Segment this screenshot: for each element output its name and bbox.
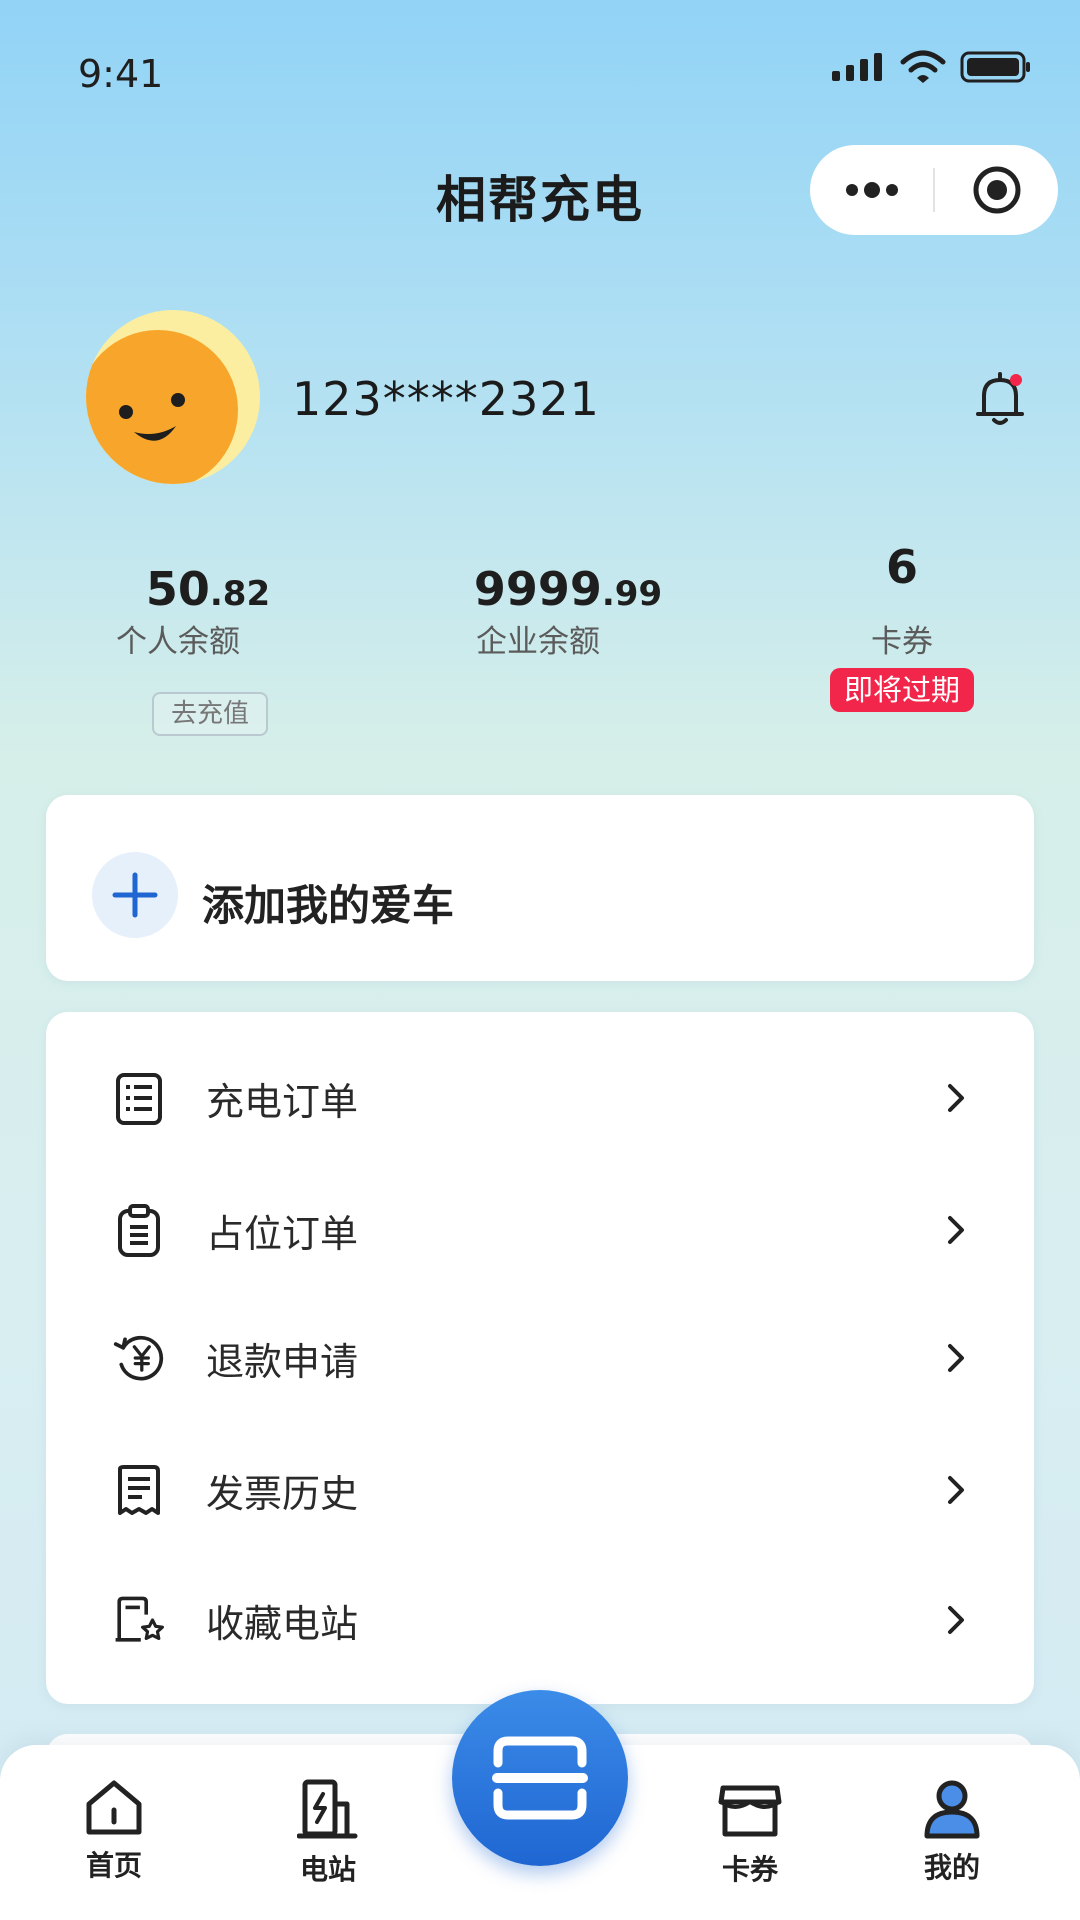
tab-home-label: 首页	[85, 1849, 142, 1882]
tab-mine[interactable]: 我的	[882, 1778, 1022, 1886]
close-miniapp-button[interactable]	[935, 145, 1058, 235]
charging-station-icon	[297, 1779, 358, 1839]
receipt-list-icon	[112, 1071, 166, 1125]
more-dots-icon	[845, 182, 898, 198]
menu-item-occupancy-orders[interactable]: 占位订单	[46, 1170, 1034, 1290]
avatar[interactable]	[86, 310, 260, 484]
personal-balance-dec: .82	[209, 574, 271, 614]
menu-item-label: 占位订单	[206, 1211, 359, 1256]
add-car-label: 添加我的爱车	[202, 881, 455, 930]
user-profile-icon	[924, 1780, 980, 1839]
chevron-right-icon	[936, 1470, 976, 1510]
plus-icon	[112, 872, 158, 918]
user-phone: 123****2321	[292, 372, 600, 426]
status-time: 9:41	[78, 52, 164, 96]
recharge-button[interactable]: 去充值	[152, 692, 268, 736]
personal-balance-int: 50	[145, 562, 210, 616]
enterprise-balance-int: 9999	[473, 562, 602, 616]
tab-mine-label: 我的	[923, 1851, 980, 1884]
tab-station-label: 电站	[299, 1853, 356, 1886]
menu-item-invoice-history[interactable]: 发票历史	[46, 1430, 1034, 1550]
enterprise-balance-dec: .99	[601, 574, 663, 614]
battery-icon	[960, 51, 1030, 83]
notification-button[interactable]	[970, 368, 1030, 434]
menu-item-label: 收藏电站	[206, 1601, 359, 1646]
coupon-label: 卡券	[871, 624, 933, 660]
menu-item-refund-request[interactable]: 退款申请	[46, 1298, 1034, 1418]
menu-item-charging-orders[interactable]: 充电订单	[46, 1038, 1034, 1158]
more-button[interactable]	[810, 145, 933, 235]
coupon-count[interactable]: 6	[852, 540, 952, 594]
chevron-right-icon	[936, 1600, 976, 1640]
personal-balance: 50.82	[108, 562, 308, 616]
miniapp-capsule	[810, 145, 1058, 235]
chevron-right-icon	[936, 1338, 976, 1378]
personal-balance-label: 个人余额	[116, 624, 240, 660]
favorite-station-icon	[112, 1593, 166, 1647]
scan-icon	[492, 1736, 588, 1820]
invoice-icon	[112, 1463, 166, 1517]
store-coupon-icon	[718, 1785, 782, 1837]
enterprise-balance-label: 企业余额	[476, 624, 600, 660]
menu-item-label: 退款申请	[206, 1339, 359, 1384]
status-icons	[830, 50, 1032, 84]
add-car-card[interactable]	[46, 795, 1034, 981]
refund-yuan-icon	[112, 1331, 166, 1385]
tab-home[interactable]: 首页	[44, 1778, 184, 1884]
chevron-right-icon	[936, 1210, 976, 1250]
clipboard-icon	[112, 1203, 166, 1257]
tab-coupons-label: 卡券	[721, 1853, 778, 1886]
bell-icon	[976, 372, 1024, 425]
add-car-button[interactable]	[92, 852, 178, 938]
tab-station[interactable]: 电站	[258, 1778, 398, 1888]
target-circle-icon	[973, 166, 1020, 214]
chevron-right-icon	[936, 1078, 976, 1118]
signal-icon	[832, 53, 882, 81]
smiley-avatar-icon	[86, 310, 260, 484]
menu-item-label: 充电订单	[206, 1079, 359, 1124]
expiring-badge: 即将过期	[830, 668, 974, 712]
enterprise-balance: 9999.99	[448, 562, 688, 616]
scan-charge-button[interactable]	[452, 1690, 628, 1866]
home-icon	[86, 1780, 142, 1835]
menu-item-favorite-stations[interactable]: 收藏电站	[46, 1560, 1034, 1680]
tab-coupons[interactable]: 卡券	[680, 1778, 820, 1888]
wifi-icon	[900, 50, 946, 83]
menu-item-label: 发票历史	[206, 1471, 359, 1516]
